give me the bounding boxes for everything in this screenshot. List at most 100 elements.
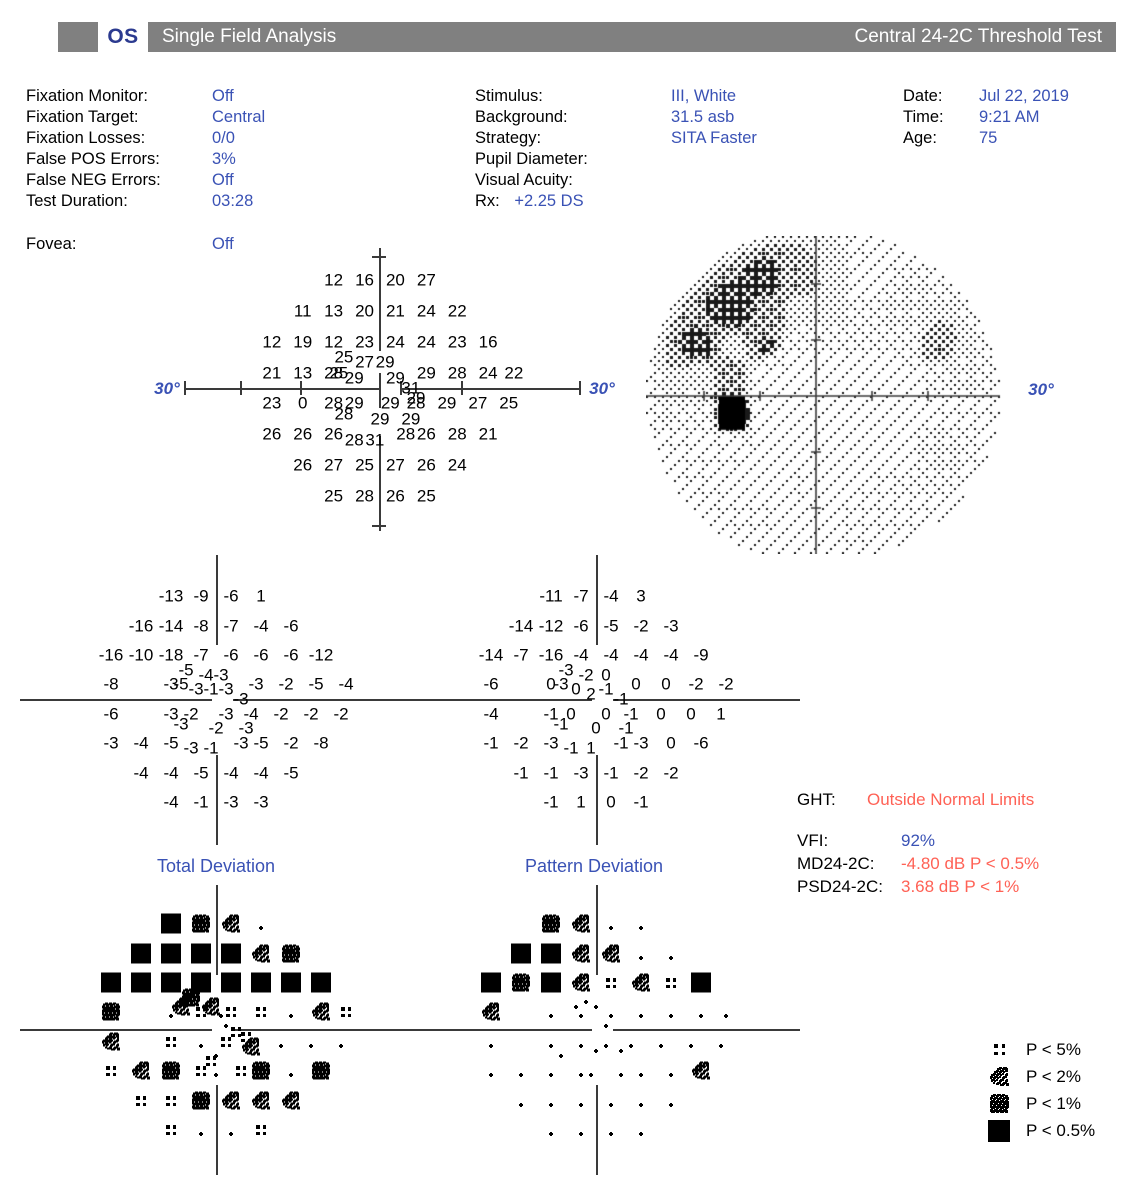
td-prob-p2-symbol [222, 1091, 240, 1114]
report-title: Single Field Analysis [162, 26, 337, 47]
eye-laterality-label: OS [98, 22, 148, 52]
threshold-tick-left-3 [300, 381, 302, 395]
ght-label: GHT: [797, 790, 836, 809]
td-cell-value: -3 [188, 679, 204, 699]
threshold-cell-value: 20 [355, 301, 375, 321]
td-prob-p2-symbol [102, 1032, 120, 1055]
td-cell-value: -4 [133, 733, 149, 753]
pd-prob-dot-symbol [489, 1035, 493, 1053]
threshold-cell-value: 31 [365, 430, 385, 449]
test-parameters-middle: Stimulus: III, White Background: 31.5 asb St… [475, 86, 757, 212]
pd-prob-dot-symbol [609, 1094, 613, 1112]
td-prob-p5-symbol [220, 1035, 232, 1053]
param-left-value-3: 3% [212, 150, 236, 168]
td-cell-value: -3 [233, 733, 249, 753]
td-cell-value: -4 [253, 763, 269, 782]
td-prob-p05-symbol [161, 913, 181, 939]
pd-prob-p5-symbol [605, 976, 617, 994]
threshold-cell-value: 0 [298, 393, 308, 413]
threshold-cell-value: 28 [447, 363, 467, 383]
pd-prob-p05-symbol [511, 943, 531, 968]
legend-row-p05: P < 0.5% [986, 1117, 1095, 1144]
param-right-label-0: Date: [903, 87, 943, 105]
td-prob-p2-symbol [222, 914, 240, 938]
td-prob-p2-symbol [252, 1091, 270, 1114]
pd-cell-value: 0 [631, 674, 641, 694]
total-deviation-numeric-plot: -13 -9 -6 1 -16 -14 -8 -7 -4 -6 -16 -10 -18 -7 -6 -6 -6-… [20, 555, 420, 845]
pd-prob-dot-symbol [589, 1064, 593, 1082]
pd-prob-p05-symbol [691, 972, 711, 997]
threshold-cell-value: 28 [334, 404, 354, 424]
pd-axis-vertical-bottom [596, 755, 598, 845]
rx-label: Rx: [475, 192, 500, 210]
pd-cell-value: -4 [663, 645, 679, 665]
threshold-cell-value: 29 [370, 409, 390, 429]
pd-cell-value: -2 [633, 763, 649, 782]
pd-cell-value: -1 [483, 733, 499, 753]
td-axis-horizontal-left [20, 699, 212, 701]
threshold-cell-value: 13 [293, 363, 313, 383]
threshold-cell-value: 21 [478, 424, 498, 444]
pd-prob-dot-symbol [579, 1064, 583, 1082]
vfi-label: VFI: [797, 831, 829, 850]
pd-prob-dot-symbol [584, 991, 588, 1009]
td-cell-value: -1 [193, 792, 209, 812]
td-prob-p1-symbol [282, 944, 300, 967]
td-cell-value: -4 [338, 674, 354, 694]
vfi-value: 92% [901, 831, 936, 850]
td-cell-value: -5 [283, 763, 299, 782]
pd-cell-value: 3 [636, 586, 646, 606]
threshold-cell-value: 26 [416, 424, 436, 444]
td-prob-dot-symbol [199, 1123, 203, 1141]
param-right-value-2: 75 [979, 129, 998, 147]
pd-cell-value: -4 [603, 586, 619, 606]
threshold-tick-top [372, 256, 386, 258]
pd-prob-dot-symbol [619, 1064, 623, 1082]
rx-row: Rx: +2.25 DS [475, 191, 757, 212]
td-cell-value: 1 [256, 586, 266, 606]
threshold-cell-value: 24 [447, 455, 467, 475]
threshold-cell-value: 25 [499, 393, 519, 413]
td-prob-p2-symbol [282, 1091, 300, 1114]
td-cell-value: -5 [163, 733, 179, 753]
pd-cell-value: -3 [573, 763, 589, 782]
pattern-deviation-probability-plot [400, 885, 800, 1175]
pd-cell-value: -1 [513, 763, 529, 782]
param-left-value-2: 0/0 [212, 129, 235, 147]
td-prob-p1-symbol [312, 1061, 330, 1085]
pd-prob-p05-symbol [541, 943, 561, 968]
legend-row-p1: P < 1% [986, 1090, 1095, 1117]
td-prob-p1-symbol [162, 1061, 180, 1085]
td-prob-p1-symbol [192, 1091, 210, 1114]
param-left-value-5: 03:28 [212, 192, 254, 210]
threshold-cell-value: 26 [293, 455, 313, 475]
param-mid-label-3: Pupil Diameter: [475, 150, 588, 168]
total-deviation-probability-plot [20, 885, 420, 1175]
pd-cell-value: -1 [613, 733, 629, 753]
threshold-cell-value: 26 [293, 424, 313, 444]
threshold-axis-vertical-top [379, 248, 381, 351]
pd-cell-value: -2 [663, 763, 679, 782]
td-prob-p5-symbol [195, 1005, 207, 1023]
pd-cell-value: -2 [688, 674, 704, 694]
td-cell-value: -7 [223, 616, 239, 635]
pd-cell-value: -2 [718, 674, 734, 694]
threshold-cell-value: 28 [355, 486, 375, 506]
threshold-cell-value: 16 [355, 270, 375, 290]
threshold-tick-right-2 [461, 381, 463, 395]
param-left-label-4: False NEG Errors: [26, 171, 161, 189]
pd-cell-value: 0 [666, 733, 676, 753]
td-prob-p05-symbol [161, 972, 181, 997]
pd-prob-dot-symbol [519, 1064, 523, 1082]
td-axis-horizontal-right [233, 699, 420, 701]
td-cell-value: -5 [253, 733, 269, 753]
td-cell-value: -2 [278, 674, 294, 694]
grayscale-sensitivity-map [646, 236, 1030, 554]
threshold-cell-value: 27 [324, 455, 344, 475]
td-prob-p05-symbol [221, 972, 241, 997]
param-left-label-3: False POS Errors: [26, 150, 160, 168]
threshold-cell-value: 29 [437, 393, 457, 413]
td-cell-value: -8 [313, 733, 329, 753]
td-axis-vertical-bottom [216, 755, 218, 845]
td-prob-p1-symbol [192, 914, 210, 938]
